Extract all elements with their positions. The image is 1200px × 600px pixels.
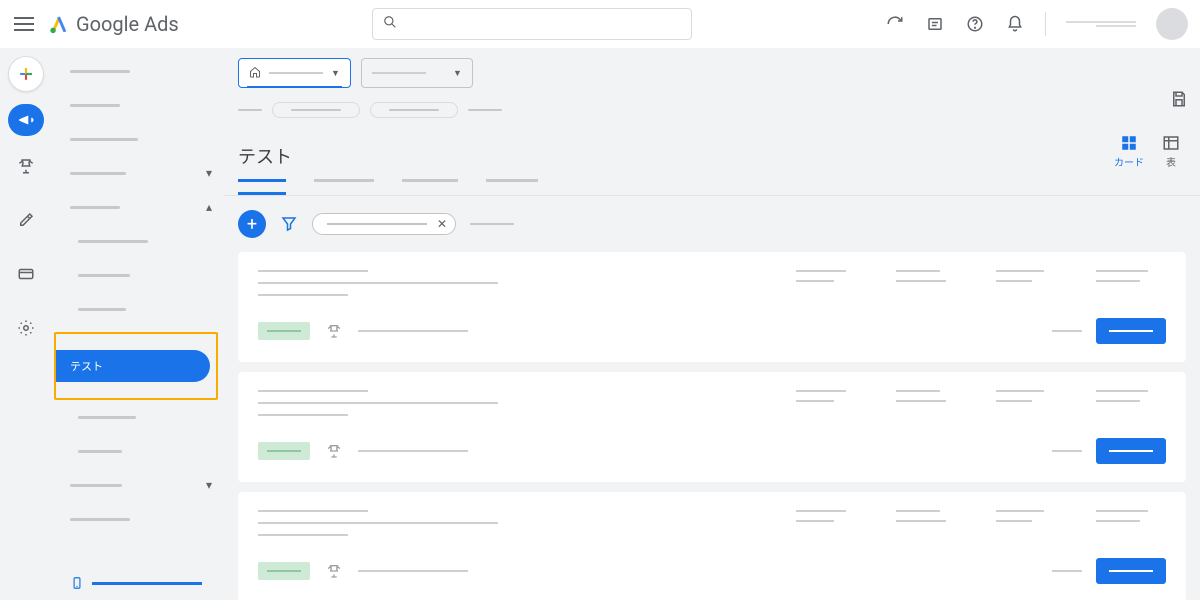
app-header: Google Ads xyxy=(0,0,1200,48)
tab[interactable] xyxy=(486,179,538,195)
refresh-icon[interactable] xyxy=(885,14,905,34)
status-badge xyxy=(258,562,310,580)
tabs xyxy=(224,169,1200,196)
rail-admin[interactable] xyxy=(8,312,44,344)
trophy-icon xyxy=(326,443,342,459)
rail-billing[interactable] xyxy=(8,258,44,290)
sidebar-subitem[interactable] xyxy=(52,440,224,462)
rail-tools[interactable] xyxy=(8,204,44,236)
caret-down-icon: ▼ xyxy=(331,68,340,79)
view-table-label: 表 xyxy=(1166,154,1176,169)
card-primary-button[interactable] xyxy=(1096,558,1166,584)
page-title: テスト xyxy=(238,143,292,169)
sidebar-item[interactable] xyxy=(52,94,224,116)
product-name: Google Ads xyxy=(76,12,179,36)
campaign-selector[interactable]: ▼ xyxy=(361,58,473,88)
status-badge xyxy=(258,442,310,460)
card-list xyxy=(224,252,1200,600)
menu-icon[interactable] xyxy=(12,12,36,36)
product-logo[interactable]: Google Ads xyxy=(48,12,179,36)
sidebar-item[interactable] xyxy=(52,508,224,530)
footer-label xyxy=(92,582,202,585)
view-card-button[interactable]: カード xyxy=(1114,134,1144,169)
reports-icon[interactable] xyxy=(925,14,945,34)
sidebar-highlight: テスト xyxy=(54,332,218,400)
search-box[interactable] xyxy=(372,8,692,40)
card-primary-button[interactable] xyxy=(1096,438,1166,464)
chevron-down-icon: ▾ xyxy=(206,478,212,492)
sidebar-item[interactable] xyxy=(52,60,224,82)
sidebar-item-expanded[interactable]: ▴ xyxy=(52,196,224,218)
tab[interactable] xyxy=(238,179,286,195)
sidebar-item-expandable[interactable]: ▾ xyxy=(52,474,224,496)
chevron-up-icon: ▴ xyxy=(206,200,212,214)
crumb[interactable] xyxy=(238,109,262,111)
card-primary-button[interactable] xyxy=(1096,318,1166,344)
sidebar-subitem[interactable] xyxy=(52,406,224,428)
search-input[interactable] xyxy=(405,17,681,32)
create-button[interactable] xyxy=(8,56,44,92)
home-icon xyxy=(249,66,261,81)
sidebar-item-tests[interactable]: テスト xyxy=(56,350,210,382)
close-icon[interactable]: ✕ xyxy=(437,217,447,231)
caret-down-icon: ▼ xyxy=(453,68,462,79)
avatar[interactable] xyxy=(1156,8,1188,40)
tab[interactable] xyxy=(314,179,374,195)
filter-chip[interactable]: ✕ xyxy=(312,213,456,235)
experiment-card[interactable] xyxy=(238,372,1186,482)
chevron-down-icon: ▾ xyxy=(206,166,212,180)
sidebar-item-expandable[interactable]: ▾ xyxy=(52,162,224,184)
filter-bar: + ✕ xyxy=(224,196,1200,252)
rail-goals[interactable] xyxy=(8,150,44,182)
crumb[interactable] xyxy=(468,109,502,111)
sidebar-subitem[interactable] xyxy=(52,230,224,252)
experiment-card[interactable] xyxy=(238,252,1186,362)
icon-rail xyxy=(0,48,52,600)
account-selector[interactable]: ▼ xyxy=(238,58,351,88)
add-button[interactable]: + xyxy=(238,210,266,238)
sidebar-nav: ▾ ▴ テスト ▾ xyxy=(52,48,224,600)
save-icon[interactable] xyxy=(1170,90,1188,112)
filter-text xyxy=(470,223,514,225)
crumb-pill[interactable] xyxy=(272,102,360,118)
breadcrumbs xyxy=(238,102,1186,118)
experiment-card[interactable] xyxy=(238,492,1186,600)
divider xyxy=(1045,12,1046,36)
rail-campaigns[interactable] xyxy=(8,104,44,136)
logo-mark-icon xyxy=(48,13,70,35)
sidebar-subitem[interactable] xyxy=(52,298,224,320)
help-icon[interactable] xyxy=(965,14,985,34)
trophy-icon xyxy=(326,563,342,579)
sidebar-item-label: テスト xyxy=(70,358,103,374)
sidebar-item[interactable] xyxy=(52,128,224,150)
main-content: ▼ ▼ テスト カード xyxy=(224,48,1200,600)
trophy-icon xyxy=(326,323,342,339)
account-label xyxy=(1066,21,1136,27)
tab[interactable] xyxy=(402,179,458,195)
device-icon xyxy=(70,576,84,590)
notifications-icon[interactable] xyxy=(1005,14,1025,34)
filter-icon[interactable] xyxy=(280,215,298,233)
status-badge xyxy=(258,322,310,340)
search-icon xyxy=(383,15,397,33)
view-card-label: カード xyxy=(1114,154,1144,169)
sidebar-subitem[interactable] xyxy=(52,264,224,286)
sidebar-footer[interactable] xyxy=(70,576,202,590)
view-table-button[interactable]: 表 xyxy=(1162,134,1180,169)
crumb-pill[interactable] xyxy=(370,102,458,118)
